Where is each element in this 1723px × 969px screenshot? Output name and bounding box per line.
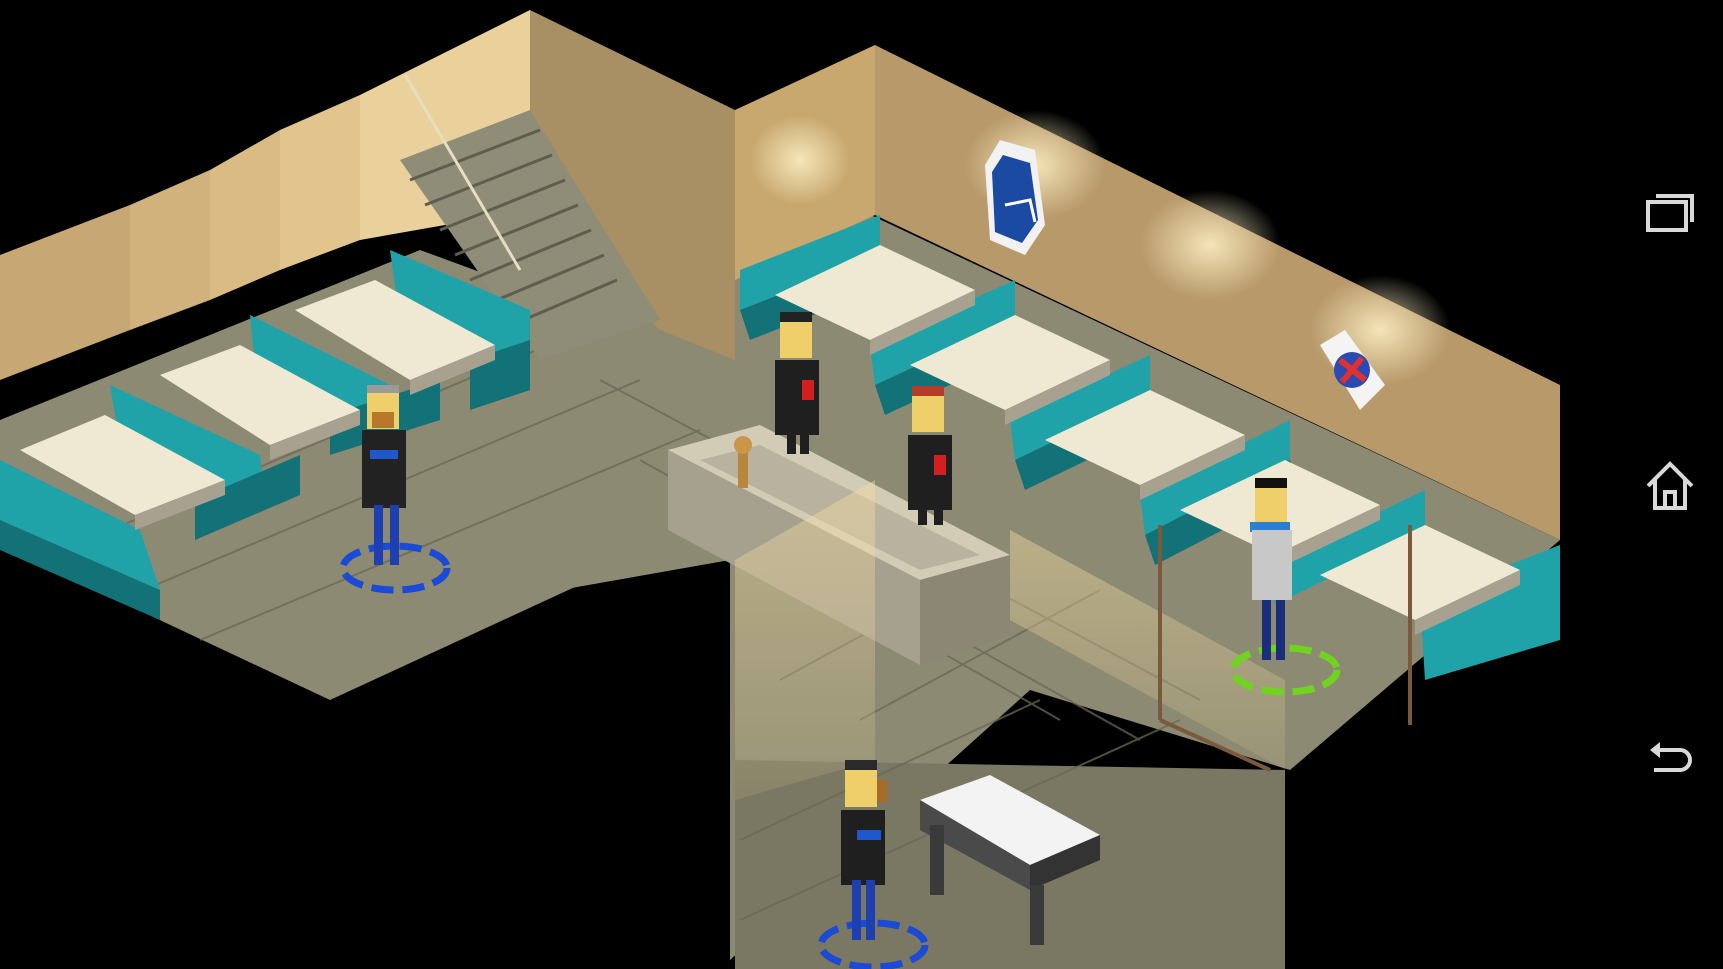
home-icon bbox=[1646, 461, 1694, 510]
home-button[interactable] bbox=[1642, 458, 1698, 514]
left-room-wall-step-3 bbox=[280, 95, 360, 270]
back-icon bbox=[1650, 742, 1692, 772]
recent-apps-button[interactable] bbox=[1642, 188, 1698, 244]
left-room-wall-step-2 bbox=[210, 130, 280, 300]
back-button[interactable] bbox=[1642, 728, 1698, 784]
left-room-wall-step-1 bbox=[130, 170, 210, 330]
android-navigation-bar bbox=[1616, 0, 1723, 969]
wall-lamp-glow-4 bbox=[750, 115, 850, 205]
game-scene[interactable] bbox=[0, 0, 1616, 969]
left-room-back-wall bbox=[0, 205, 130, 380]
recent-apps-icon bbox=[1646, 194, 1694, 232]
wall-lamp-glow-2 bbox=[1140, 190, 1280, 300]
wall-lamp-glow-3 bbox=[1310, 275, 1450, 385]
game-viewport[interactable] bbox=[0, 0, 1616, 969]
